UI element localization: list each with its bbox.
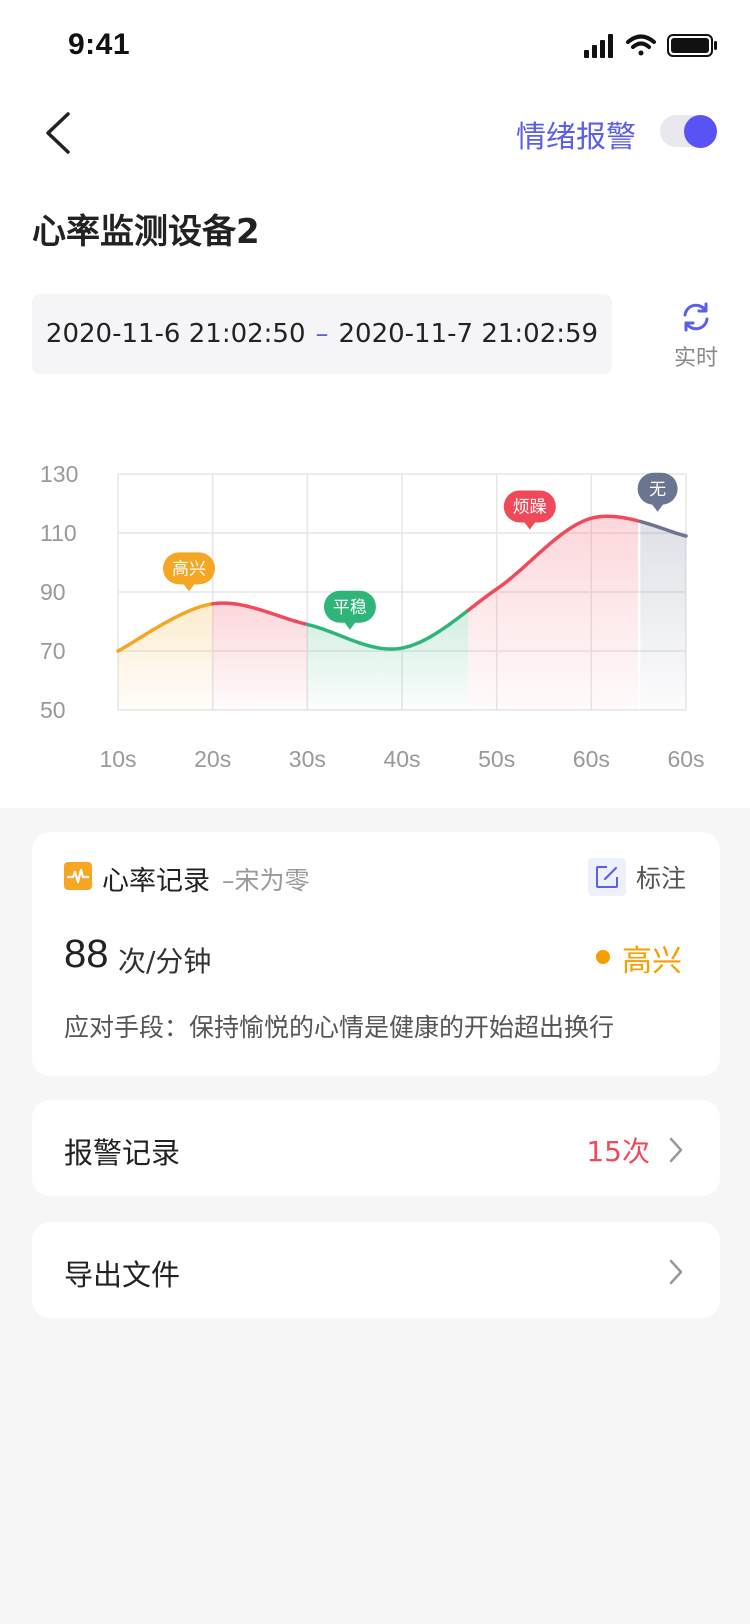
advice-text: 应对手段：保持愉悦的心情是健康的开始超出换行: [64, 1013, 615, 1042]
x-tick-label: 40s: [383, 746, 420, 772]
mood-bubble: 烦躁: [503, 490, 556, 530]
mood-bubble-label: 平稳: [333, 598, 367, 617]
mood-bubble-label: 高兴: [172, 559, 206, 578]
bpm-unit: 次/分钟: [118, 945, 212, 978]
chevron-right-icon: [669, 1259, 683, 1285]
heart-rate-icon: [64, 862, 92, 890]
export-file-row[interactable]: 导出文件: [32, 1222, 720, 1318]
status-icons: [584, 34, 717, 58]
x-tick-label: 10s: [99, 746, 136, 772]
refresh-icon: [683, 302, 709, 332]
mark-button[interactable]: 标注: [588, 856, 686, 898]
edit-icon: [588, 858, 626, 896]
mood-bubble-label: 无: [649, 480, 666, 499]
segment-area: [640, 521, 686, 710]
export-file-label: 导出文件: [64, 1258, 181, 1292]
y-tick-label: 70: [40, 638, 66, 664]
range-start: 2020-11-6 21:02:50: [45, 319, 306, 349]
status-time: 9:41: [68, 28, 131, 61]
toggle-knob: [684, 115, 717, 148]
segment-area: [468, 516, 639, 710]
alarm-record-count: 15次: [586, 1135, 650, 1168]
realtime-label: 实时: [673, 346, 718, 371]
x-tick-label: 60s: [667, 746, 704, 772]
back-button[interactable]: [40, 108, 80, 158]
bpm-value: 88: [64, 932, 109, 976]
mood-label: 高兴: [622, 944, 682, 979]
y-tick-label: 90: [40, 579, 66, 605]
segment-area: [307, 610, 469, 710]
record-title: 心率记录: [102, 866, 210, 897]
page-title: 心率监测设备2: [32, 212, 260, 252]
x-tick-label: 20s: [194, 746, 231, 772]
date-range-picker[interactable]: 2020-11-6 21:02:50 – 2020-11-7 21:02:59: [32, 294, 612, 374]
segment-area: [118, 603, 213, 710]
emotion-alarm-toggle[interactable]: [660, 115, 717, 148]
emotion-alarm-label: 情绪报警: [516, 120, 636, 155]
alarm-record-label: 报警记录: [64, 1136, 181, 1170]
chevron-right-icon: [669, 1137, 683, 1163]
y-tick-label: 110: [40, 520, 77, 546]
mood-indicator-dot: [596, 950, 610, 964]
y-tick-label: 50: [40, 697, 66, 723]
battery-icon: [667, 34, 717, 57]
heart-rate-chart: 130 110 90 70 50 10s 20s 30s 40s 50s 60s 60s 高兴平稳 烦躁 无: [40, 461, 705, 772]
x-tick-label: 50s: [478, 746, 515, 772]
record-user: –宋为零: [222, 866, 310, 895]
heart-rate-record-card: 心率记录 –宋为零 标注 88 次/分钟 高兴 应对手段：保持愉悦的心情是健康的…: [32, 832, 720, 1076]
signal-icon: [584, 34, 613, 58]
mood-bubble: 无: [637, 472, 678, 512]
mood-bubble: 平稳: [323, 590, 376, 630]
mark-label: 标注: [636, 864, 687, 893]
mood-bubble-label: 烦躁: [513, 497, 547, 516]
y-tick-label: 130: [40, 461, 78, 487]
x-tick-label: 30s: [289, 746, 326, 772]
mood-bubble: 高兴: [163, 552, 215, 592]
back-arrow-icon: [46, 112, 70, 154]
x-tick-label: 60s: [573, 746, 610, 772]
range-separator: –: [315, 319, 329, 349]
wifi-icon: [626, 34, 656, 56]
alarm-record-row[interactable]: 报警记录 15次: [32, 1100, 720, 1196]
realtime-button[interactable]: 实时: [668, 300, 724, 371]
range-end: 2020-11-7 21:02:59: [338, 319, 599, 349]
